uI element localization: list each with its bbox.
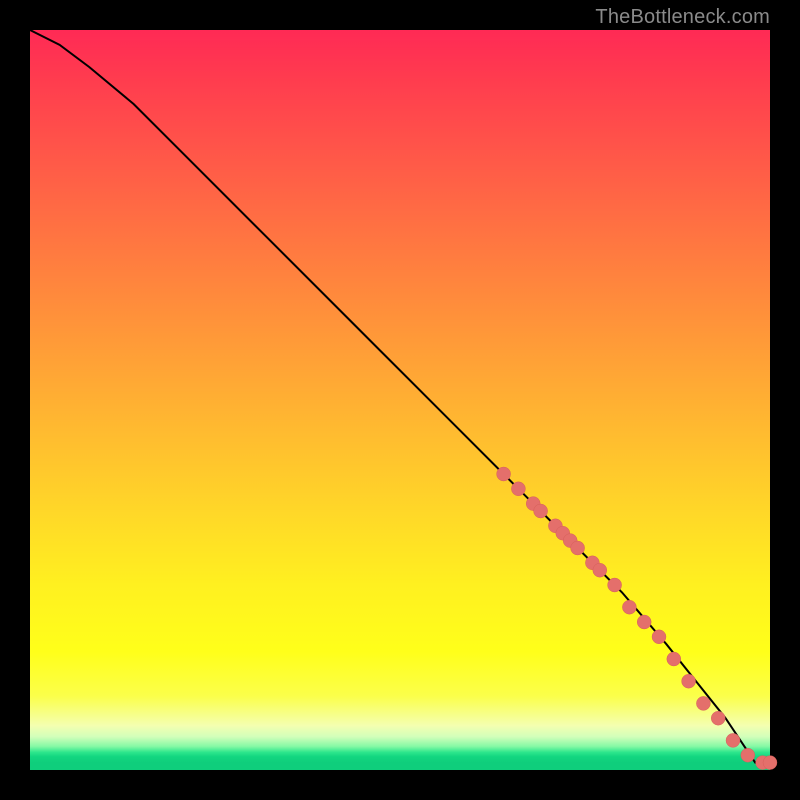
- attribution-label: TheBottleneck.com: [595, 6, 770, 29]
- highlight-dot: [726, 733, 740, 747]
- highlight-dot: [637, 615, 651, 629]
- highlight-dot: [511, 482, 525, 496]
- highlight-dot: [571, 541, 585, 555]
- highlight-dots-group: [497, 467, 777, 770]
- highlight-dot: [763, 756, 777, 770]
- highlight-dot: [682, 674, 696, 688]
- highlight-dot: [593, 563, 607, 577]
- highlight-dot: [534, 504, 548, 518]
- highlight-dot: [696, 696, 710, 710]
- highlight-dot: [497, 467, 511, 481]
- highlight-dot: [608, 578, 622, 592]
- highlight-dot: [622, 600, 636, 614]
- highlight-dot: [652, 630, 666, 644]
- bottleneck-curve: [30, 30, 770, 763]
- highlight-dot: [711, 711, 725, 725]
- chart-stage: TheBottleneck.com: [0, 0, 800, 800]
- highlight-dot: [741, 748, 755, 762]
- plot-overlay: [30, 30, 770, 770]
- highlight-dot: [667, 652, 681, 666]
